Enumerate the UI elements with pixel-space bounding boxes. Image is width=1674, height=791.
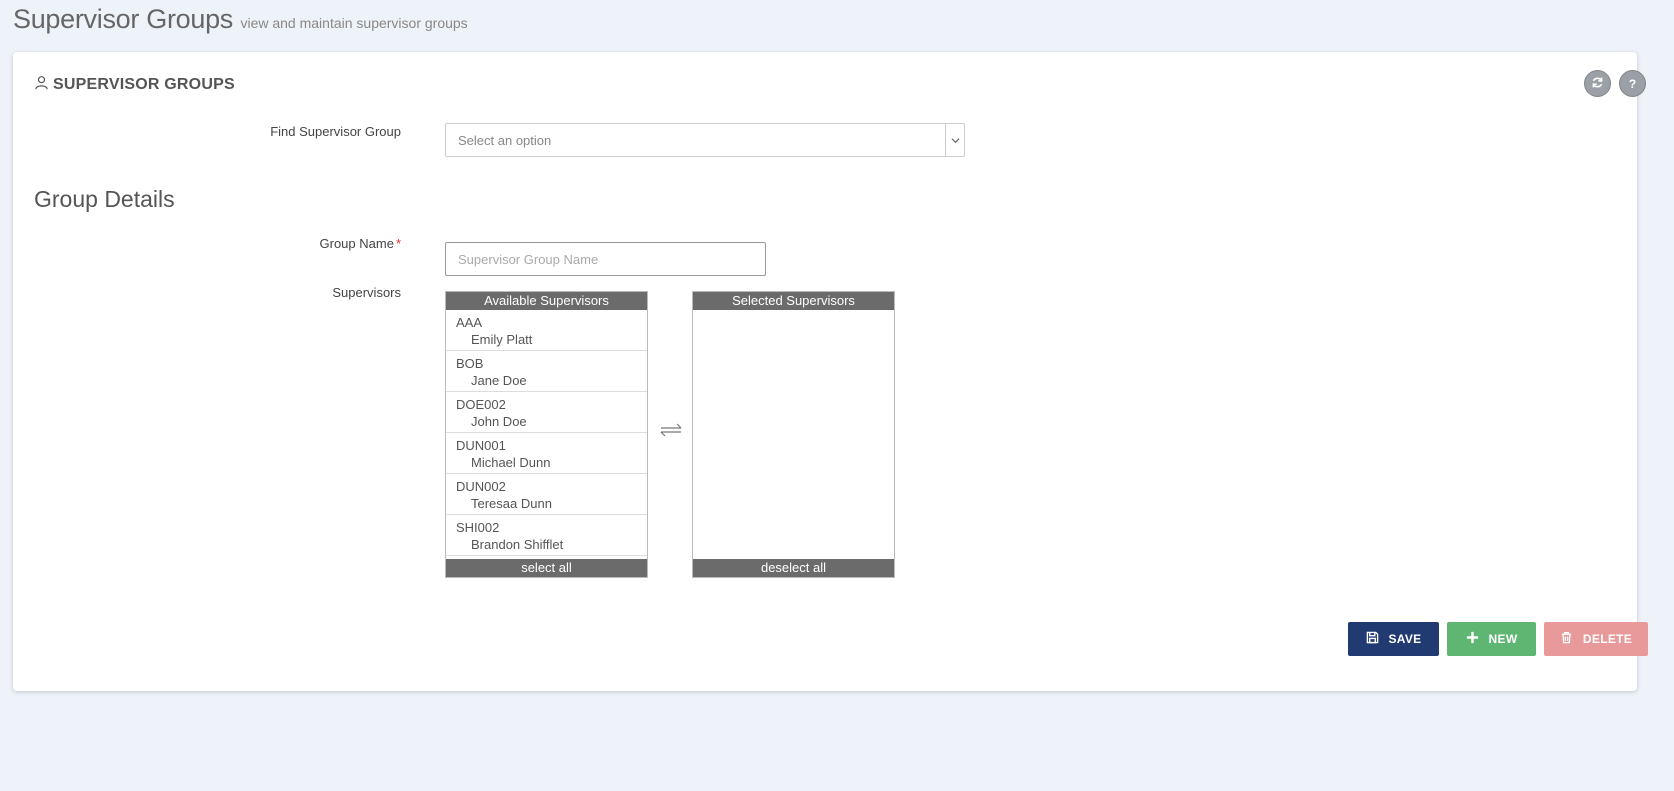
list-item[interactable]: AAA Emily Platt bbox=[446, 310, 647, 351]
supervisor-code: DUN002 bbox=[456, 479, 506, 494]
refresh-button[interactable] bbox=[1584, 70, 1611, 97]
user-icon bbox=[34, 75, 49, 95]
supervisor-code: DOE002 bbox=[456, 397, 506, 412]
list-item[interactable]: DUN001 Michael Dunn bbox=[446, 433, 647, 474]
supervisor-name: Teresaa Dunn bbox=[471, 496, 552, 511]
delete-button[interactable]: DELETE bbox=[1544, 622, 1648, 656]
page-title: Supervisor Groups bbox=[13, 4, 233, 34]
card-title: SUPERVISOR GROUPS bbox=[34, 75, 235, 95]
find-supervisor-group-label: Find Supervisor Group bbox=[270, 124, 401, 139]
list-item[interactable]: DUN002 Teresaa Dunn bbox=[446, 474, 647, 515]
supervisor-groups-card: SUPERVISOR GROUPS ? Find Supervisor Grou… bbox=[13, 52, 1648, 691]
floppy-disk-icon bbox=[1366, 631, 1379, 647]
group-name-label-text: Group Name bbox=[319, 236, 394, 251]
delete-button-label: DELETE bbox=[1582, 632, 1633, 646]
supervisors-label: Supervisors bbox=[332, 285, 401, 300]
supervisor-name: Michael Dunn bbox=[471, 455, 551, 470]
new-button[interactable]: NEW bbox=[1447, 622, 1536, 656]
supervisor-code: BOB bbox=[456, 356, 484, 371]
list-item[interactable]: BOB Jane Doe bbox=[446, 351, 647, 392]
supervisor-name: Jane Doe bbox=[471, 373, 527, 388]
supervisor-name: Emily Platt bbox=[471, 332, 533, 347]
group-details-heading: Group Details bbox=[34, 186, 175, 212]
selected-supervisors-body[interactable] bbox=[693, 310, 894, 559]
page-subtitle: view and maintain supervisor groups bbox=[240, 15, 468, 31]
supervisor-code: DUN001 bbox=[456, 438, 506, 453]
new-button-label: NEW bbox=[1488, 632, 1518, 646]
select-placeholder: Select an option bbox=[458, 133, 552, 148]
save-button[interactable]: SAVE bbox=[1348, 622, 1439, 656]
help-icon: ? bbox=[1628, 76, 1637, 91]
help-button[interactable]: ? bbox=[1619, 70, 1646, 97]
plus-icon bbox=[1466, 631, 1479, 647]
transfer-arrows-icon bbox=[660, 423, 682, 437]
group-name-input[interactable] bbox=[445, 242, 766, 276]
selected-supervisors-list: Selected Supervisors deselect all bbox=[692, 291, 895, 578]
refresh-icon bbox=[1591, 76, 1604, 92]
card-title-text: SUPERVISOR GROUPS bbox=[53, 76, 235, 93]
supervisor-name: John Doe bbox=[471, 414, 527, 429]
page-header: Supervisor Groups view and maintain supe… bbox=[13, 4, 468, 35]
group-name-label: Group Name * bbox=[161, 236, 401, 251]
select-all-button[interactable]: select all bbox=[446, 559, 647, 577]
supervisor-code: AAA bbox=[456, 315, 483, 330]
available-supervisors-body[interactable]: AAA Emily Platt BOB Jane Doe DOE002 John… bbox=[446, 310, 647, 559]
supervisor-name: Brandon Shifflet bbox=[471, 537, 564, 552]
available-supervisors-list: Available Supervisors AAA Emily Platt BO… bbox=[445, 291, 648, 578]
selected-supervisors-header: Selected Supervisors bbox=[693, 292, 894, 310]
trash-icon bbox=[1560, 631, 1573, 647]
deselect-all-button[interactable]: deselect all bbox=[693, 559, 894, 577]
list-item[interactable]: DOE002 John Doe bbox=[446, 392, 647, 433]
find-supervisor-group-select[interactable]: Select an option bbox=[445, 123, 965, 157]
supervisor-code: SHI002 bbox=[456, 520, 500, 535]
available-supervisors-header: Available Supervisors bbox=[446, 292, 647, 310]
list-item[interactable]: SHI002 Brandon Shifflet bbox=[446, 515, 647, 556]
chevron-down-icon[interactable] bbox=[945, 124, 964, 156]
save-button-label: SAVE bbox=[1388, 632, 1422, 646]
required-mark: * bbox=[395, 236, 401, 251]
